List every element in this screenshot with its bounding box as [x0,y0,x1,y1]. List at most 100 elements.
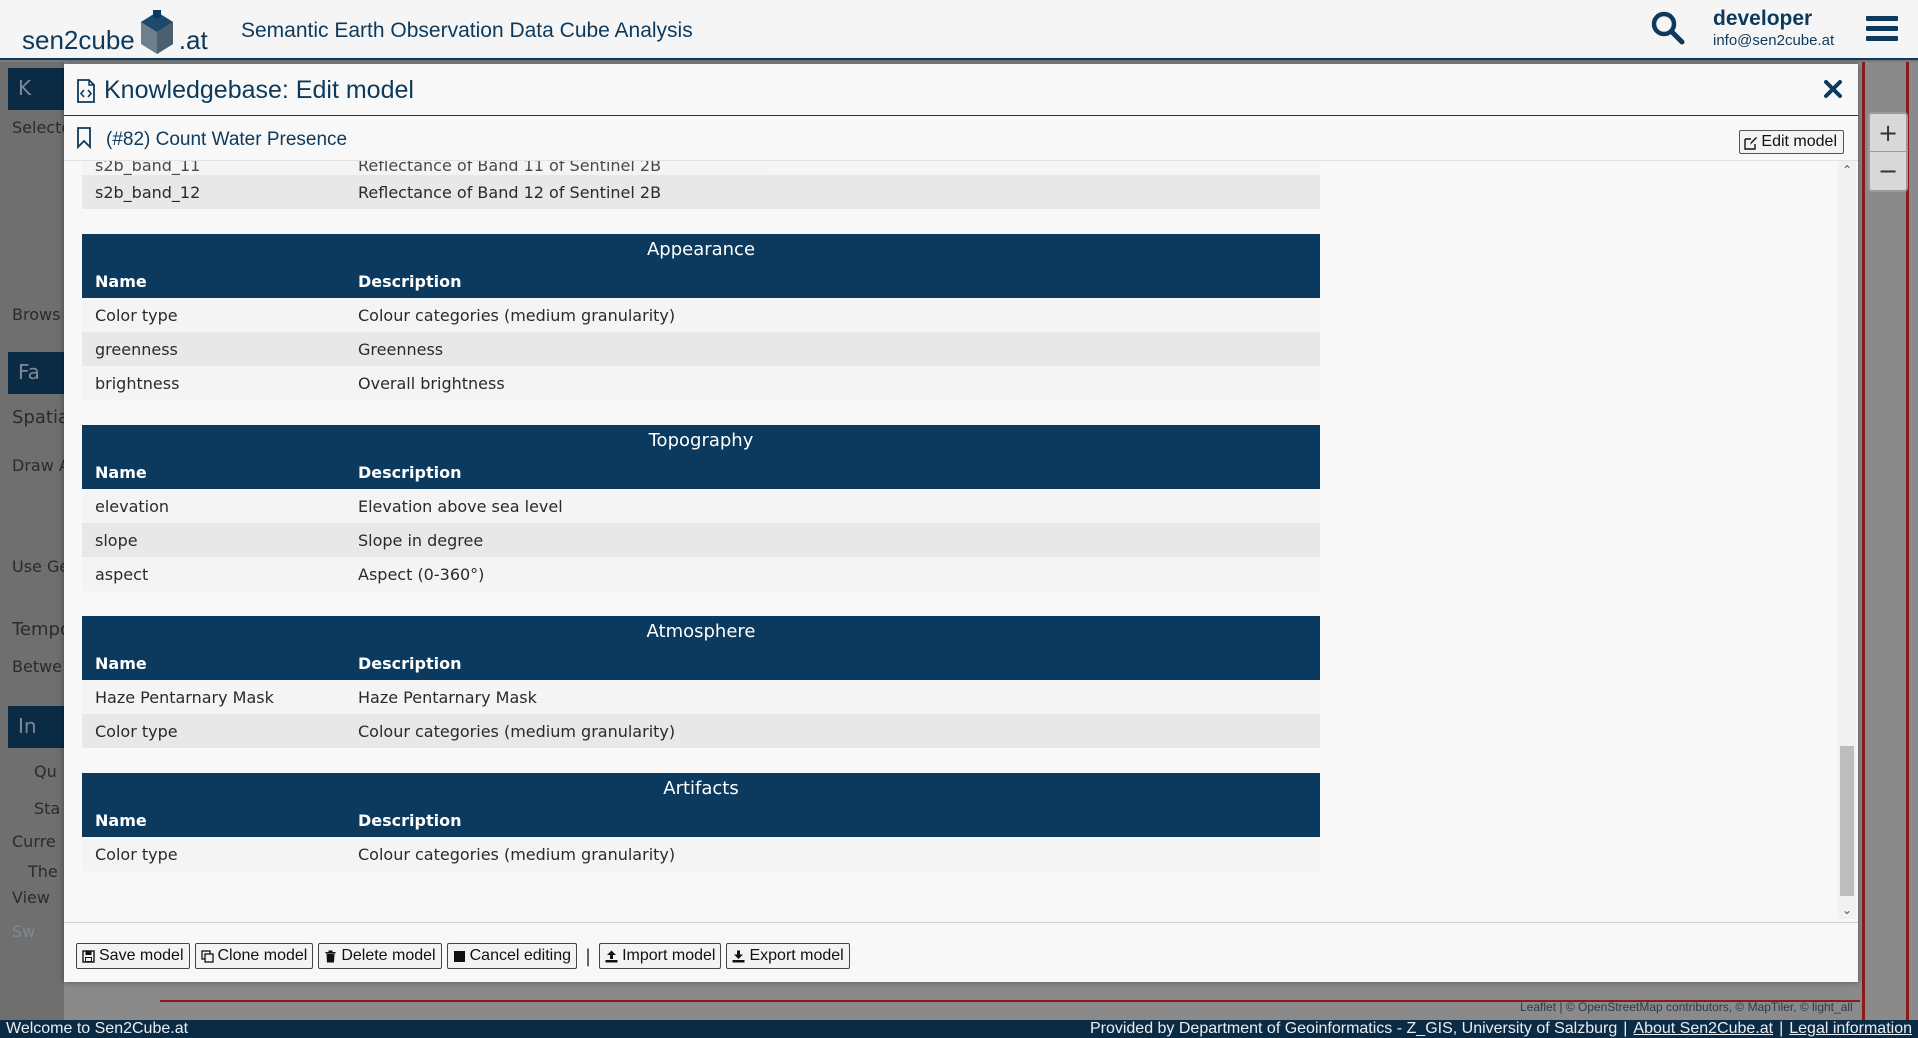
upload-icon [605,950,618,963]
footer-separator: | [1623,1020,1628,1037]
row-description: Overall brightness [358,373,505,393]
zoom-in-button[interactable]: + [1870,114,1906,152]
background-text: The [28,862,58,881]
stop-square-icon [453,950,466,963]
row-description: Greenness [358,339,444,359]
welcome-text: Welcome to Sen2Cube.at [6,1020,189,1037]
column-description-header: Description [358,653,462,673]
column-description-header: Description [358,271,462,291]
clone-model-button[interactable]: Clone model [194,943,314,969]
background-sidebar: K Selecte Brows Fa Spatia Draw A Use Ge … [0,62,64,1020]
about-link[interactable]: About Sen2Cube.at [1633,1020,1773,1037]
column-headers: Name Description [82,455,1320,489]
background-panel-head: K [8,68,64,110]
content-scrollbar[interactable]: ⌃ ⌄ [1838,161,1856,919]
table-row: s2b_band_11 Reflectance of Band 11 of Se… [82,161,1320,175]
footer-separator: | [1779,1020,1784,1037]
import-model-button[interactable]: Import model [599,943,722,969]
export-model-button[interactable]: Export model [726,943,850,969]
edit-model-button[interactable]: Edit model [1739,130,1844,154]
edit-model-label: Edit model [1761,133,1837,150]
legal-information-link[interactable]: Legal information [1789,1020,1912,1037]
background-text: View [12,888,50,907]
column-name-header: Name [95,810,147,830]
logo-text-left: sen2cube [22,25,135,55]
row-description: Slope in degree [358,530,484,550]
section-title: Topography [648,430,754,451]
row-name: aspect [95,564,149,584]
search-icon[interactable] [1650,10,1686,46]
delete-model-label: Delete model [341,947,436,964]
hamburger-menu-icon[interactable] [1866,16,1898,44]
cancel-editing-label: Cancel editing [469,947,572,964]
table-row: greenness Greenness [82,332,1320,366]
row-name: brightness [95,373,180,393]
column-name-header: Name [95,462,147,482]
page-footer: Welcome to Sen2Cube.at Provided by Depar… [0,1020,1918,1038]
table-row: s2b_band_12 Reflectance of Band 12 of Se… [82,175,1320,209]
background-text: Spatia [12,407,64,428]
row-name: elevation [95,496,170,516]
section-header: Appearance Name Description [82,234,1320,298]
map-attribution[interactable]: Leaflet | © OpenStreetMap contributors, … [1520,1000,1853,1014]
model-content-scroll-area[interactable]: s2b_band_11 Reflectance of Band 11 of Se… [64,161,1836,919]
app-title: Semantic Earth Observation Data Cube Ana… [241,19,693,42]
floppy-disk-icon [82,949,95,963]
trash-icon [324,950,337,963]
column-description-header: Description [358,462,462,482]
footer-links: Provided by Department of Geoinformatics… [1090,1020,1912,1038]
map-boundary-line [1862,62,1865,1020]
map-boundary-line [1906,62,1909,1020]
row-description: Elevation above sea level [358,496,563,516]
section-header: Topography Name Description [82,425,1320,489]
table-row: brightness Overall brightness [82,366,1320,400]
close-icon[interactable] [1822,78,1844,100]
column-name-header: Name [95,271,147,291]
table-row: Color type Colour categories (medium gra… [82,298,1320,332]
user-email: info@sen2cube.at [1713,32,1835,49]
column-headers: Name Description [82,803,1320,837]
section-appearance: Appearance Name Description Color type C… [82,234,1320,400]
feature-tables: s2b_band_11 Reflectance of Band 11 of Se… [82,161,1320,871]
section-header: Atmosphere Name Description [82,616,1320,680]
table-row: Color type Colour categories (medium gra… [82,714,1320,748]
row-description: Colour categories (medium granularity) [358,305,676,325]
import-model-label: Import model [622,947,716,964]
cube-logo-icon [137,10,177,56]
background-text: Tempo [12,619,64,640]
table-row: slope Slope in degree [82,523,1320,557]
scroll-down-arrow-icon[interactable]: ⌄ [1838,901,1856,919]
model-name: (#82) Count Water Presence [106,129,348,150]
edit-icon [1744,136,1758,150]
row-description: Reflectance of Band 12 of Sentinel 2B [358,182,662,202]
user-name[interactable]: developer [1713,7,1812,31]
save-model-button[interactable]: Save model [76,943,190,969]
section-artifacts: Artifacts Name Description Color type Co… [82,773,1320,871]
section-title: Atmosphere [646,621,756,642]
button-separator: | [585,945,592,967]
section-header: Artifacts Name Description [82,773,1320,837]
dialog-title: Knowledgebase: Edit model [104,76,414,104]
row-name: s2b_band_12 [95,182,201,202]
provided-by-link[interactable]: Provided by Department of Geoinformatics… [1090,1020,1617,1037]
save-model-label: Save model [99,947,184,964]
column-headers: Name Description [82,264,1320,298]
map-zoom-control: + − [1868,112,1908,192]
scrollbar-thumb[interactable] [1840,746,1854,896]
column-name-header: Name [95,653,147,673]
background-text: Curre [12,832,56,851]
row-description: Colour categories (medium granularity) [358,844,676,864]
section-topography: Topography Name Description elevation El… [82,425,1320,591]
delete-model-button[interactable]: Delete model [318,943,442,969]
zoom-out-button[interactable]: − [1870,152,1906,190]
cancel-editing-button[interactable]: Cancel editing [446,943,578,969]
scroll-up-arrow-icon[interactable]: ⌃ [1838,161,1856,179]
edit-model-dialog: Knowledgebase: Edit model (#82) Count Wa… [64,64,1858,982]
dialog-header: Knowledgebase: Edit model [64,64,1858,116]
background-text: Sw [12,922,36,941]
logo[interactable]: sen2cube .at [22,8,208,56]
column-description-header: Description [358,810,462,830]
table-row: elevation Elevation above sea level [82,489,1320,523]
row-name: Color type [95,721,178,741]
row-description: Reflectance of Band 11 of Sentinel 2B [358,161,662,175]
